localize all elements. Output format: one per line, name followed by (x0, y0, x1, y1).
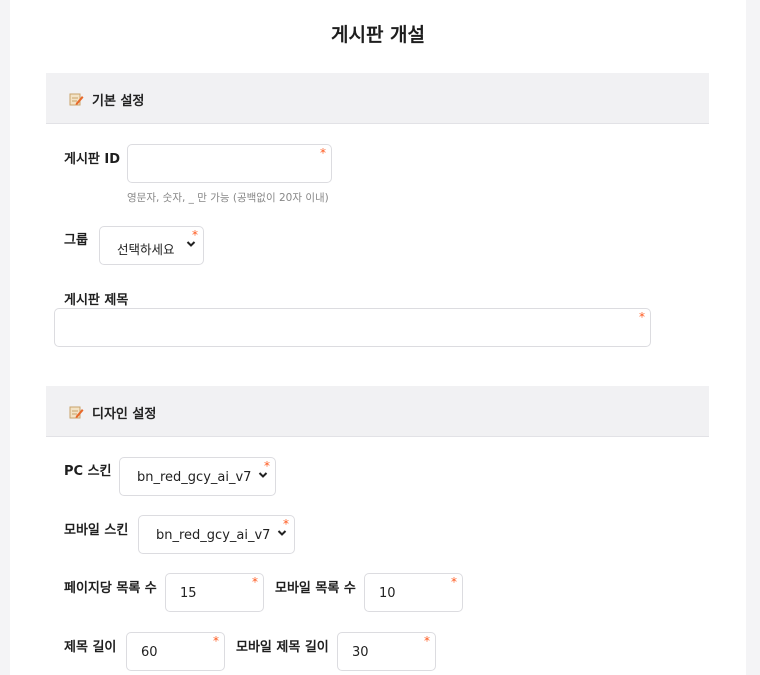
pc-skin-selected: bn_red_gcy_ai_v7 (137, 470, 252, 485)
required-mark: * (451, 575, 457, 589)
required-mark: * (252, 575, 258, 589)
board-title-input[interactable]: * (54, 308, 651, 347)
required-mark: * (639, 310, 645, 324)
board-id-help: 영문자, 숫자, _ 만 가능 (공백없이 20자 이내) (127, 192, 329, 204)
group-label: 그룹 (64, 233, 88, 248)
subject-len-value: 60 (141, 645, 158, 660)
group-selected: 선택하세요 (117, 242, 175, 257)
page-rows-label: 페이지당 목록 수 (64, 581, 157, 596)
edit-note-icon (69, 93, 84, 106)
subject-len-label: 제목 길이 (64, 640, 117, 655)
edit-note-icon (69, 406, 84, 419)
subject-len-input[interactable]: 60 * (126, 632, 225, 671)
mobile-page-rows-value: 10 (379, 586, 396, 601)
required-mark: * (424, 634, 430, 648)
mobile-page-rows-input[interactable]: 10 * (364, 573, 463, 612)
section-header-design: 디자인 설정 (46, 386, 709, 437)
group-select[interactable]: 선택하세요 * (99, 226, 204, 265)
section-title-design: 디자인 설정 (92, 407, 157, 422)
page-rows-value: 15 (180, 586, 197, 601)
mobile-skin-select[interactable]: bn_red_gcy_ai_v7 * (138, 515, 295, 554)
mobile-page-rows-label: 모바일 목록 수 (275, 581, 356, 596)
required-mark: * (213, 634, 219, 648)
mobile-subject-len-input[interactable]: 30 * (337, 632, 436, 671)
pc-skin-label: PC 스킨 (64, 464, 112, 479)
section-header-basic: 기본 설정 (46, 73, 709, 124)
mobile-subject-len-value: 30 (352, 645, 369, 660)
board-title-label: 게시판 제목 (64, 293, 129, 308)
chevron-down-icon (258, 472, 268, 478)
mobile-subject-len-label: 모바일 제목 길이 (236, 640, 329, 655)
board-id-input[interactable]: * (127, 144, 332, 183)
page-title: 게시판 개설 (330, 24, 425, 46)
section-title-basic: 기본 설정 (92, 94, 145, 109)
mobile-skin-label: 모바일 스킨 (64, 523, 129, 538)
board-id-label: 게시판 ID (64, 152, 121, 167)
chevron-down-icon (186, 241, 196, 247)
page-rows-input[interactable]: 15 * (165, 573, 264, 612)
mobile-skin-selected: bn_red_gcy_ai_v7 (156, 528, 271, 543)
pc-skin-select[interactable]: bn_red_gcy_ai_v7 * (119, 457, 276, 496)
chevron-down-icon (277, 530, 287, 536)
required-mark: * (320, 146, 326, 160)
